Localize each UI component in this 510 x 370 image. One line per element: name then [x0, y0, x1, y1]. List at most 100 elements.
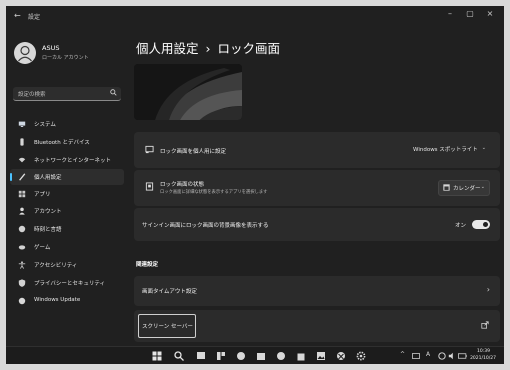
dropdown-value: Windows スポットライト [413, 147, 478, 153]
ime-icon[interactable]: A [426, 351, 430, 358]
personalize-lock-screen-setting[interactable]: ロック画面を個人用に設定 Windows スポットライト ⌄ [134, 132, 500, 168]
setting-title: サインイン画面にロック画面の背景画像を表示する [142, 223, 269, 229]
account-name: ASUS [42, 44, 60, 52]
sidebar-item-label: アカウント [34, 209, 62, 215]
lock-screen-icon [145, 145, 154, 154]
file-explorer-icon[interactable] [256, 351, 266, 361]
chevron-down-icon: ⌄ [480, 184, 485, 190]
keyboard-icon[interactable] [412, 353, 420, 359]
sidebar-item-label: Windows Update [34, 297, 81, 303]
search-placeholder: 設定の検索 [18, 92, 46, 98]
network-icon[interactable] [438, 352, 446, 360]
battery-icon[interactable] [458, 352, 467, 360]
start-icon[interactable] [152, 351, 162, 361]
account-type: ローカル アカウント [42, 55, 89, 61]
external-link-icon [481, 321, 489, 329]
main-content: 個人用設定 › ロック画面 ロック画面を個人用に設定 Windows スポットラ… [128, 28, 504, 346]
shield-icon [18, 279, 26, 287]
sidebar-item-label: ゲーム [34, 245, 51, 251]
title-bar: ← 設定 – ▢ × [6, 6, 504, 28]
globe-icon [18, 225, 26, 233]
edge-icon[interactable] [276, 351, 286, 361]
sidebar-item-label: アプリ [34, 192, 51, 198]
sidebar-item-accounts[interactable]: アカウント [6, 203, 128, 219]
setting-title: ロック画面を個人用に設定 [160, 149, 227, 155]
person-icon [19, 207, 25, 215]
signin-background-setting: サインイン画面にロック画面の背景画像を表示する オン [134, 208, 500, 241]
chevron-down-icon: ⌄ [481, 145, 486, 151]
sidebar-item-gaming[interactable]: ゲーム [6, 239, 128, 255]
sidebar-item-windows-update[interactable]: Windows Update [6, 293, 128, 309]
sidebar-item-system[interactable]: システム [6, 116, 128, 132]
signin-background-toggle[interactable] [472, 220, 490, 229]
settings-search-input[interactable]: 設定の検索 [13, 87, 121, 101]
breadcrumb-parent[interactable]: 個人用設定 [136, 41, 199, 56]
dropdown-value: カレンダー [453, 186, 481, 192]
maximize-button[interactable]: ▢ [462, 9, 478, 18]
search-icon[interactable] [174, 351, 184, 361]
toggle-knob [483, 222, 488, 227]
accessibility-icon [18, 261, 26, 269]
sidebar-item-label: 個人用設定 [34, 175, 62, 181]
sidebar-item-label: 時刻と言語 [34, 227, 62, 233]
related-settings-heading: 関連設定 [136, 262, 159, 268]
sidebar-item-network[interactable]: ネットワークとインターネット [6, 152, 128, 168]
apps-icon [18, 190, 26, 198]
setting-title: ロック画面の状態 [160, 182, 205, 188]
settings-icon[interactable] [356, 351, 366, 361]
minimize-button[interactable]: – [442, 9, 458, 18]
clock-time[interactable]: 10:39 [477, 349, 490, 354]
sidebar-item-label: プライバシーとセキュリティ [34, 281, 106, 287]
taskbar: ^ A 10:39 2021/10/27 [6, 346, 504, 364]
gamepad-icon [18, 245, 26, 250]
sidebar-item-label: システム [34, 122, 56, 128]
close-button[interactable]: × [482, 9, 498, 18]
setting-title: スクリーン セーバー [142, 324, 193, 330]
sidebar-item-accessibility[interactable]: アクセシビリティ [6, 257, 128, 273]
wifi-icon [18, 157, 26, 163]
user-avatar-icon[interactable] [14, 42, 36, 64]
lock-status-icon [145, 182, 154, 191]
page-title: 個人用設定 › ロック画面 [136, 38, 280, 57]
setting-subtitle: ロック画面に詳細な状態を表示するアプリを選択します [160, 190, 268, 195]
setting-title: 画面タイムアウト設定 [142, 289, 197, 295]
chevron-up-icon[interactable]: ^ [400, 351, 405, 358]
sidebar-item-time-language[interactable]: 時刻と言語 [6, 221, 128, 237]
breadcrumb-current: ロック画面 [217, 41, 280, 56]
sidebar: ASUS ローカル アカウント 設定の検索 システム Bluetooth とデバ… [6, 28, 128, 346]
chat-icon[interactable] [236, 351, 246, 361]
update-icon [18, 297, 26, 305]
lock-screen-type-dropdown[interactable]: Windows スポットライト ⌄ [408, 142, 490, 156]
back-arrow-icon[interactable]: ← [14, 11, 21, 20]
sidebar-item-personalization[interactable]: 個人用設定 [6, 169, 128, 185]
breadcrumb-separator: › [205, 41, 211, 56]
volume-icon[interactable] [448, 352, 456, 360]
screen-saver-link[interactable]: スクリーン セーバー [134, 310, 500, 342]
selection-indicator [10, 173, 12, 181]
chevron-right-icon: › [486, 285, 490, 294]
sidebar-item-bluetooth[interactable]: Bluetooth とデバイス [6, 134, 128, 150]
widgets-icon[interactable] [216, 351, 226, 361]
sidebar-item-apps[interactable]: アプリ [6, 186, 128, 202]
toggle-state-label: オン [454, 223, 466, 229]
selected-highlight [10, 169, 124, 185]
lock-screen-status-dropdown[interactable]: カレンダー ⌄ [438, 180, 490, 196]
task-view-icon[interactable] [196, 351, 206, 361]
photos-icon[interactable] [316, 351, 326, 361]
bluetooth-icon [20, 138, 24, 146]
screen-timeout-link[interactable]: 画面タイムアウト設定 › [134, 276, 500, 306]
clock-date[interactable]: 2021/10/27 [470, 356, 496, 361]
lock-screen-status-setting[interactable]: ロック画面の状態 ロック画面に詳細な状態を表示するアプリを選択します カレンダー… [134, 170, 500, 206]
monitor-icon [18, 121, 26, 127]
store-icon[interactable] [296, 351, 306, 361]
sidebar-item-label: Bluetooth とデバイス [34, 140, 90, 146]
calendar-icon [443, 184, 450, 191]
sidebar-item-privacy[interactable]: プライバシーとセキュリティ [6, 275, 128, 291]
sidebar-item-label: アクセシビリティ [34, 263, 78, 269]
pen-icon [19, 173, 26, 181]
settings-window: ← 設定 – ▢ × ASUS ローカル アカウント 設定の検索 システム Bl… [6, 6, 504, 364]
sidebar-item-label: ネットワークとインターネット [34, 158, 112, 164]
xbox-icon[interactable] [336, 351, 346, 361]
lock-screen-preview [134, 64, 242, 120]
search-icon [110, 89, 117, 96]
